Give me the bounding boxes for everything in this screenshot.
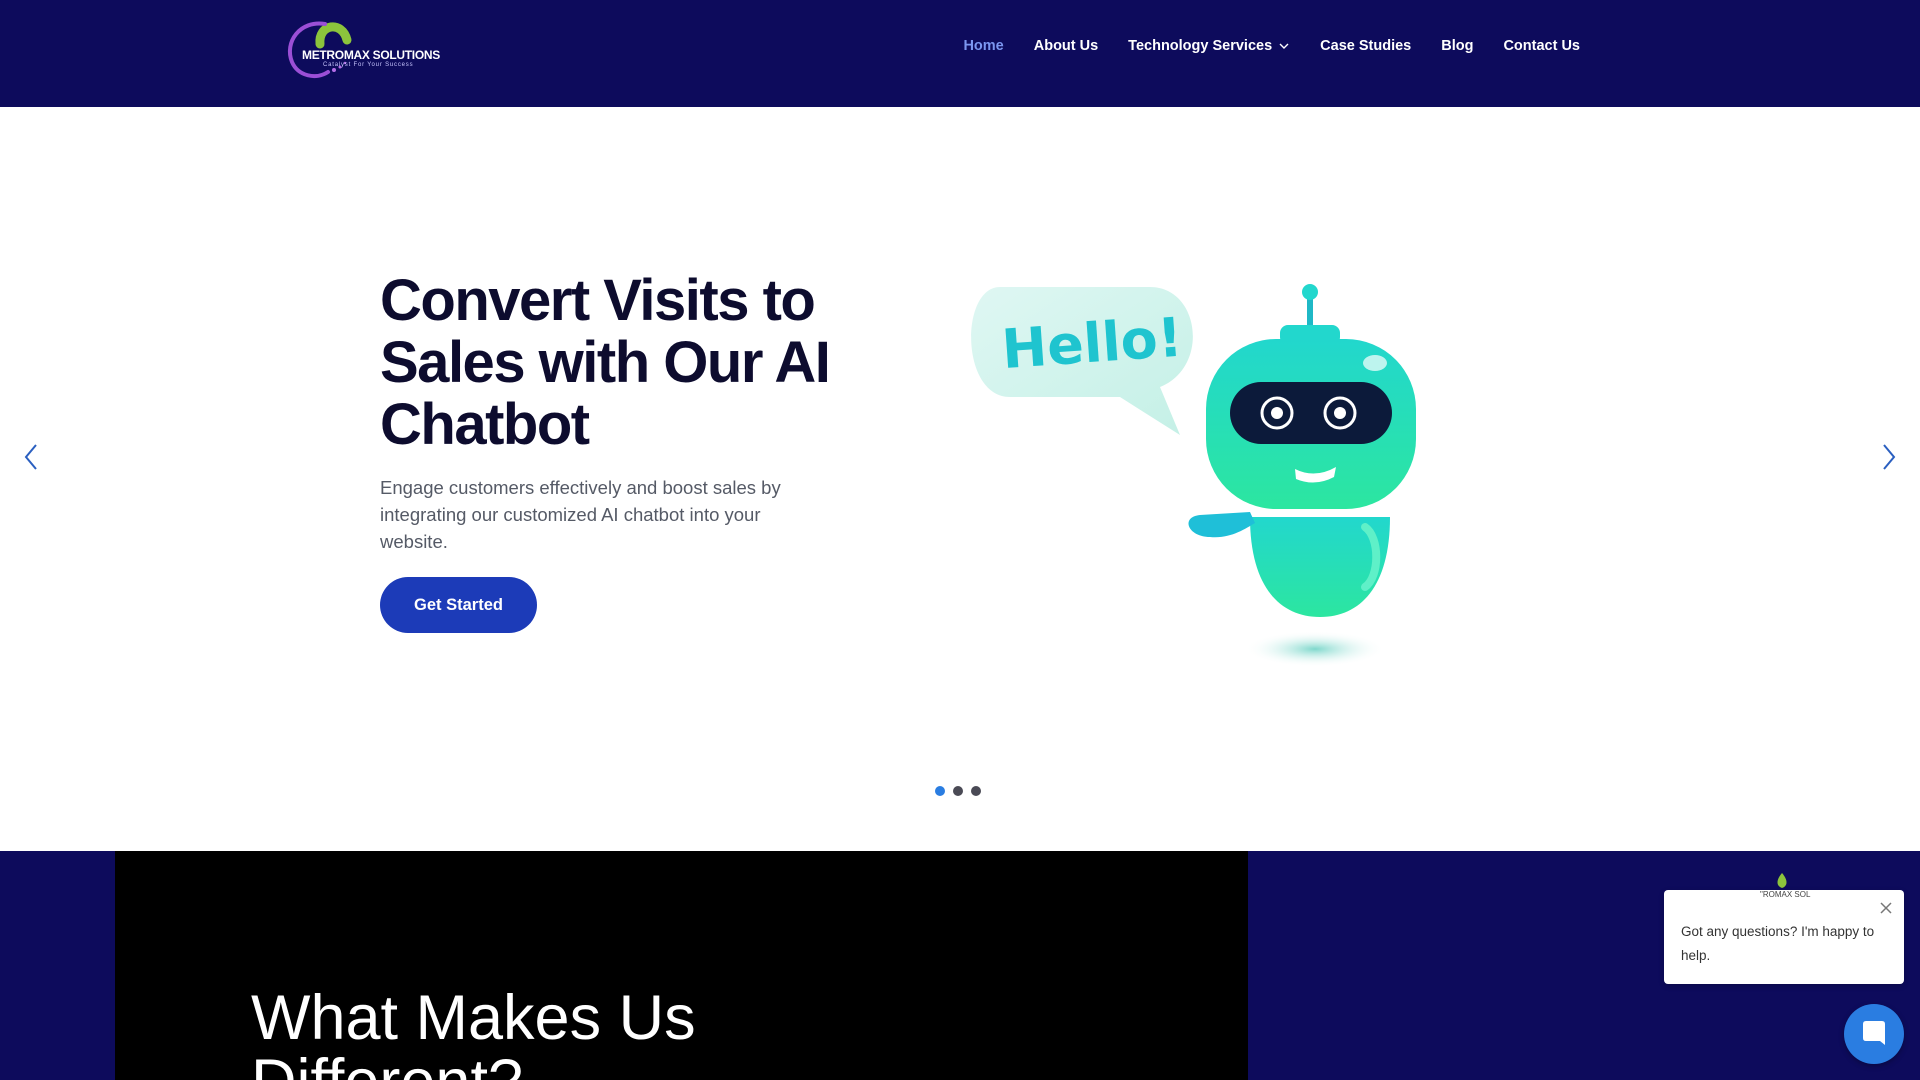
nav-about-us-label: About Us bbox=[1033, 38, 1099, 54]
chat-bubble-icon bbox=[1863, 1021, 1885, 1045]
hero-title: Convert Visits to Sales with Our AI Chat… bbox=[380, 268, 831, 457]
nav-case-studies[interactable]: Case Studies bbox=[1320, 38, 1411, 54]
hello-bubble-text: Hello! bbox=[1000, 306, 1185, 381]
nav-blog-label: Blog bbox=[1441, 38, 1474, 54]
hero-slider: Convert Visits to Sales with Our AI Chat… bbox=[0, 107, 1920, 851]
hero-subtitle: Engage customers effectively and boost s… bbox=[380, 477, 781, 552]
nav-contact-us-label: Contact Us bbox=[1503, 38, 1580, 54]
nav-technology-services-label: Technology Services bbox=[1128, 38, 1273, 54]
chat-open-button[interactable] bbox=[1844, 1004, 1904, 1064]
section-title: What Makes Us Different? bbox=[251, 983, 696, 1080]
nav-contact-us[interactable]: Contact Us bbox=[1503, 38, 1580, 54]
chat-message: Got any questions? I'm happy to help. bbox=[1681, 924, 1875, 963]
nav-about-us[interactable]: About Us bbox=[1034, 38, 1098, 54]
logo-name: METROMAX SOLUTIONS bbox=[302, 48, 440, 62]
chat-greeting-popup: "ROMAX SOL Got any questions? I'm happy … bbox=[1664, 890, 1904, 984]
nav-home[interactable]: Home bbox=[963, 38, 1003, 54]
close-icon[interactable] bbox=[1878, 900, 1894, 916]
nav-case-studies-label: Case Studies bbox=[1320, 38, 1412, 54]
main-nav: Home About Us Technology Services Case S… bbox=[963, 38, 1580, 54]
differentiators-section: What Makes Us Different? bbox=[0, 851, 1920, 1080]
nav-blog[interactable]: Blog bbox=[1441, 38, 1473, 54]
slide-dot-1[interactable] bbox=[935, 786, 945, 796]
get-started-button[interactable]: Get Started bbox=[380, 577, 537, 633]
chat-logo-text: "ROMAX SOL bbox=[1760, 890, 1811, 899]
slide-dot-2[interactable] bbox=[953, 786, 963, 796]
logo[interactable]: METROMAX SOLUTIONS Catalyst For Your Suc… bbox=[280, 12, 440, 84]
slider-prev-arrow-icon[interactable] bbox=[16, 437, 46, 477]
chevron-down-icon bbox=[1279, 43, 1289, 49]
nav-home-label: Home bbox=[963, 38, 1004, 54]
nav-technology-services[interactable]: Technology Services bbox=[1128, 38, 1290, 54]
slide-dot-3[interactable] bbox=[971, 786, 981, 796]
slider-pagination bbox=[935, 786, 981, 796]
differentiators-panel: What Makes Us Different? bbox=[115, 851, 1248, 1080]
logo-tagline: Catalyst For Your Success bbox=[323, 62, 414, 68]
site-header: METROMAX SOLUTIONS Catalyst For Your Suc… bbox=[0, 0, 1920, 107]
robot-illustration: Hello! bbox=[971, 284, 1416, 667]
slider-next-arrow-icon[interactable] bbox=[1874, 437, 1904, 477]
